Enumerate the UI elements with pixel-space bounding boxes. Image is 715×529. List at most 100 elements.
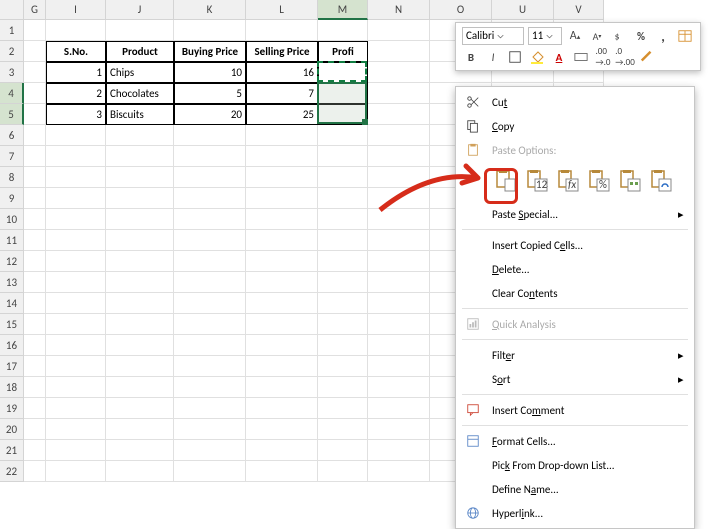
cell-M4[interactable] [318,83,368,104]
row-header-4[interactable]: 4 [0,83,24,104]
menu-clear-contents[interactable]: Clear Contents [456,281,694,305]
menu-insert-comment[interactable]: Insert Comment [456,398,694,422]
paste-option-formulas[interactable]: fx [554,166,582,196]
cell-N14[interactable] [368,293,430,314]
cell-L3[interactable]: 16 [246,62,318,83]
col-header-L[interactable]: L [246,0,318,20]
cell-K11[interactable] [174,230,246,251]
cell-J18[interactable] [106,377,174,398]
cell-L17[interactable] [246,356,318,377]
cell-L18[interactable] [246,377,318,398]
accounting-button[interactable]: $ [610,27,628,45]
border-button[interactable] [506,48,524,66]
font-color-button[interactable]: A [550,48,568,66]
row-header-6[interactable]: 6 [0,125,24,146]
col-header-U[interactable]: U [492,0,554,20]
cell-J21[interactable] [106,440,174,461]
cell-K3[interactable]: 10 [174,62,246,83]
cell-J22[interactable] [106,461,174,482]
cell-K9[interactable] [174,188,246,209]
row-header-17[interactable]: 17 [0,356,24,377]
size-select[interactable]: 11 [528,27,562,45]
menu-pick-dropdown[interactable]: Pick From Drop-down List... [456,453,694,477]
menu-define-name[interactable]: Define Name... [456,477,694,501]
decrease-decimal-button[interactable]: .00→.0 [594,48,612,66]
menu-delete[interactable]: Delete... [456,257,694,281]
shrink-font-button[interactable]: A▾ [588,27,606,45]
cell-J16[interactable] [106,335,174,356]
cell-G16[interactable] [24,335,46,356]
menu-copy[interactable]: Copy [456,114,694,138]
increase-decimal-button[interactable]: .0→.00 [616,48,634,66]
cell-M10[interactable] [318,209,368,230]
menu-format-cells[interactable]: Format Cells... [456,429,694,453]
menu-insert-copied[interactable]: Insert Copied Cells... [456,233,694,257]
row-header-10[interactable]: 10 [0,209,24,230]
fill-color-button[interactable] [528,48,546,66]
cell-G5[interactable] [24,104,46,125]
cell-I5[interactable]: 3 [46,104,106,125]
cell-G6[interactable] [24,125,46,146]
cell-L15[interactable] [246,314,318,335]
font-select[interactable]: Calibri [462,27,524,45]
percent-button[interactable]: % [632,27,650,45]
cell-I2[interactable]: S.No. [46,41,106,62]
cell-J5[interactable]: Biscuits [106,104,174,125]
row-header-16[interactable]: 16 [0,335,24,356]
cell-N5[interactable] [368,104,430,125]
cell-J11[interactable] [106,230,174,251]
cell-N19[interactable] [368,398,430,419]
cell-K6[interactable] [174,125,246,146]
cell-L1[interactable] [246,20,318,41]
cell-L6[interactable] [246,125,318,146]
cell-M7[interactable] [318,146,368,167]
cell-G22[interactable] [24,461,46,482]
cell-N21[interactable] [368,440,430,461]
merge-button[interactable] [572,48,590,66]
cell-M14[interactable] [318,293,368,314]
cell-I14[interactable] [46,293,106,314]
cell-I1[interactable] [46,20,106,41]
row-header-14[interactable]: 14 [0,293,24,314]
cell-J3[interactable]: Chips [106,62,174,83]
menu-cut[interactable]: Cut [456,90,694,114]
cell-L16[interactable] [246,335,318,356]
cell-L4[interactable]: 7 [246,83,318,104]
cell-N16[interactable] [368,335,430,356]
cell-N22[interactable] [368,461,430,482]
cell-N8[interactable] [368,167,430,188]
cell-I19[interactable] [46,398,106,419]
cell-K7[interactable] [174,146,246,167]
cell-J6[interactable] [106,125,174,146]
cell-I12[interactable] [46,251,106,272]
row-header-3[interactable]: 3 [0,62,24,83]
cell-G2[interactable] [24,41,46,62]
paste-option-nb[interactable] [616,166,644,196]
row-header-11[interactable]: 11 [0,230,24,251]
cell-G10[interactable] [24,209,46,230]
cell-G13[interactable] [24,272,46,293]
col-header-I[interactable]: I [46,0,106,20]
cell-M17[interactable] [318,356,368,377]
cell-N18[interactable] [368,377,430,398]
format-painter-button[interactable] [676,27,694,45]
cell-G18[interactable] [24,377,46,398]
cell-N2[interactable] [368,41,430,62]
cell-L20[interactable] [246,419,318,440]
paste-option-link[interactable] [647,166,675,196]
cell-G11[interactable] [24,230,46,251]
col-header-G[interactable]: G [24,0,46,20]
cell-K19[interactable] [174,398,246,419]
menu-sort[interactable]: Sort▸ [456,367,694,391]
cell-J1[interactable] [106,20,174,41]
cell-M21[interactable] [318,440,368,461]
cell-G15[interactable] [24,314,46,335]
cell-M8[interactable] [318,167,368,188]
cell-K22[interactable] [174,461,246,482]
cell-G8[interactable] [24,167,46,188]
menu-filter[interactable]: Filter▸ [456,343,694,367]
cell-M13[interactable] [318,272,368,293]
cell-J14[interactable] [106,293,174,314]
cell-M12[interactable] [318,251,368,272]
italic-button[interactable]: I [484,48,502,66]
